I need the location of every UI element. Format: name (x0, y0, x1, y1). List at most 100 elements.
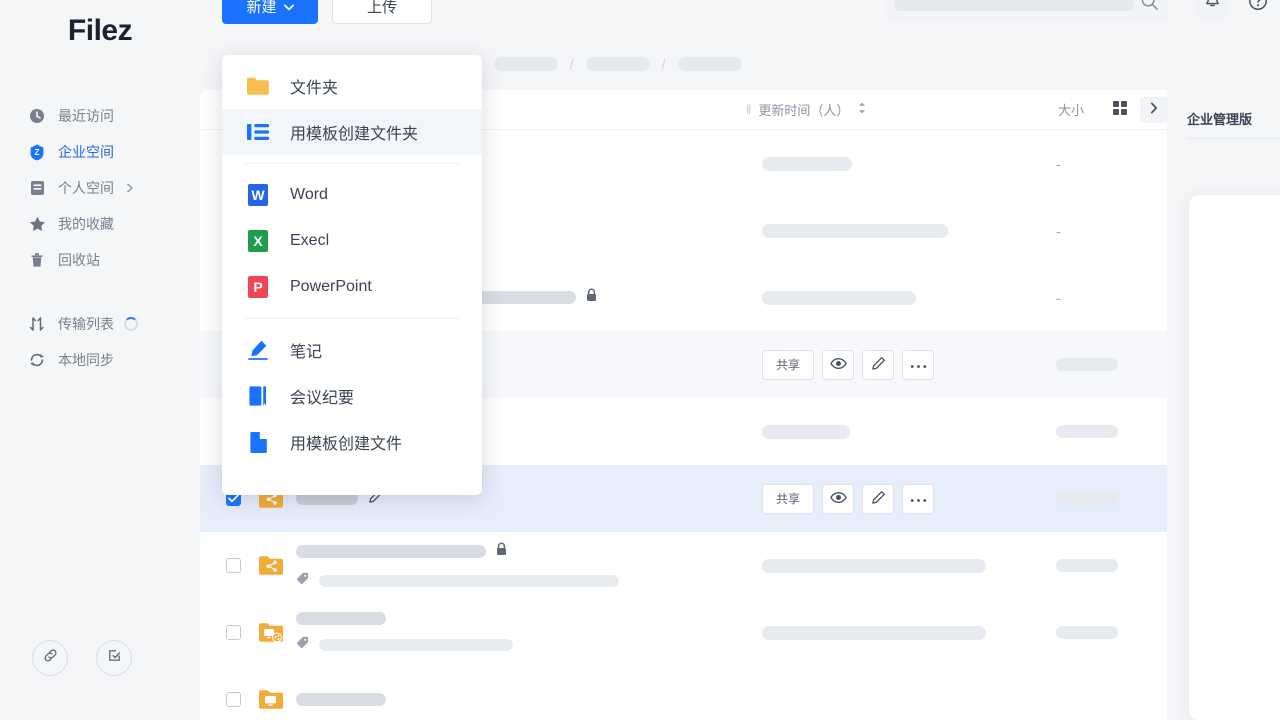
menu-item-label: Word (290, 186, 328, 204)
more-dots-icon (910, 492, 927, 506)
row-size (1056, 492, 1118, 505)
table-row[interactable] (200, 666, 1167, 720)
menu-item-label: 用模板创建文件夹 (290, 120, 418, 144)
sort-arrows-icon[interactable] (857, 101, 867, 118)
row-checkbox[interactable] (226, 558, 241, 573)
column-drag-icon[interactable]: ‖ (746, 102, 750, 117)
row-actions: 共享 (762, 350, 934, 380)
excel-glyph: X (248, 230, 268, 252)
new-dropdown-menu: 文件夹 用模板创建文件夹 W Word X Execl P PowerPo (222, 55, 482, 495)
search-input[interactable] (894, 0, 1134, 11)
menu-item-excel[interactable]: X Execl (222, 218, 482, 264)
table-row[interactable] (200, 532, 1167, 599)
powerpoint-icon: P (246, 275, 270, 299)
template-file-icon (246, 430, 270, 454)
menu-item-label: PowerPoint (290, 278, 372, 296)
tag-icon (296, 572, 309, 590)
menu-item-label: 用模板创建文件 (290, 430, 402, 454)
expand-panel-button[interactable] (1140, 97, 1168, 123)
search-icon[interactable] (1140, 0, 1159, 16)
row-size: - (1056, 290, 1061, 306)
row-actions: 共享 (762, 484, 934, 514)
row-size (1056, 559, 1118, 572)
edit-button[interactable] (862, 350, 894, 380)
right-panel-title: 企业管理版 (1187, 109, 1252, 128)
sidebar-item-label: 企业空间 (58, 142, 114, 162)
sync-folder-icon (258, 621, 284, 645)
menu-item-label: 笔记 (290, 338, 322, 362)
link-icon (42, 647, 59, 669)
edit-button[interactable] (862, 484, 894, 514)
menu-item-powerpoint[interactable]: P PowerPoint (222, 264, 482, 310)
sidebar-divider-gap (0, 278, 200, 306)
menu-item-template-folder[interactable]: 用模板创建文件夹 (222, 109, 482, 155)
sidebar-item-transfer-list[interactable]: 传输列表 (0, 306, 200, 342)
menu-item-label: 文件夹 (290, 74, 338, 98)
column-header-updated-time[interactable]: ‖ 更新时间（人） (746, 100, 867, 119)
lock-icon (496, 542, 507, 561)
sidebar-item-personal-space[interactable]: 个人空间 (0, 170, 200, 206)
menu-item-note[interactable]: 笔记 (222, 327, 482, 373)
column-header-size[interactable]: 大小 (1058, 100, 1084, 119)
trash-icon (28, 251, 46, 269)
chevron-down-icon (284, 0, 294, 15)
lock-icon (586, 288, 597, 307)
help-circle-icon (1248, 0, 1268, 16)
breadcrumb-item[interactable] (586, 57, 650, 71)
menu-divider (244, 163, 460, 164)
top-toolbar: 新建 上传 (200, 0, 1280, 46)
right-panel-divider (1187, 138, 1280, 139)
powerpoint-glyph: P (248, 276, 268, 298)
sidebar-item-label: 个人空间 (58, 178, 114, 198)
shared-folder-icon (258, 554, 284, 578)
menu-item-template-file[interactable]: 用模板创建文件 (222, 419, 482, 465)
breadcrumb-item[interactable] (678, 57, 742, 71)
sidebar: Filez 最近访问 Z 企业空间 个人空间 (0, 0, 200, 720)
row-checkbox[interactable] (226, 692, 241, 707)
row-updated-time (762, 224, 948, 238)
upload-button[interactable]: 上传 (332, 0, 432, 24)
row-updated-time (762, 157, 852, 171)
menu-item-folder[interactable]: 文件夹 (222, 63, 482, 109)
sync-icon (28, 351, 46, 369)
task-button[interactable] (96, 640, 132, 676)
note-pencil-icon (246, 338, 270, 362)
breadcrumb-separator: / (570, 56, 574, 72)
search-box[interactable] (884, 0, 1169, 21)
sidebar-item-label: 我的收藏 (58, 214, 114, 234)
sidebar-item-favorites[interactable]: 我的收藏 (0, 206, 200, 242)
breadcrumb-item[interactable] (494, 57, 558, 71)
more-button[interactable] (902, 484, 934, 514)
chevron-right-icon[interactable] (124, 182, 136, 194)
menu-divider (244, 318, 460, 319)
row-updated-time (762, 626, 986, 640)
word-glyph: W (248, 184, 268, 206)
row-size (1056, 358, 1118, 371)
sidebar-item-recent[interactable]: 最近访问 (0, 98, 200, 134)
share-button[interactable]: 共享 (762, 350, 814, 380)
new-button[interactable]: 新建 (222, 0, 318, 24)
column-header-label: 更新时间（人） (758, 100, 849, 119)
menu-item-word[interactable]: W Word (222, 172, 482, 218)
table-row[interactable] (200, 599, 1167, 666)
pencil-icon (871, 356, 886, 374)
row-size: - (1056, 156, 1061, 172)
row-size (1056, 425, 1118, 438)
tag-icon (296, 636, 309, 654)
menu-item-meeting-minutes[interactable]: 会议纪要 (222, 373, 482, 419)
sidebar-nav: 最近访问 Z 企业空间 个人空间 (0, 98, 200, 378)
preview-button[interactable] (822, 350, 854, 380)
right-panel-card (1189, 195, 1280, 720)
sidebar-item-local-sync[interactable]: 本地同步 (0, 342, 200, 378)
link-button[interactable] (32, 640, 68, 676)
right-panel: 企业管理版 (1167, 90, 1280, 720)
sidebar-item-recycle-bin[interactable]: 回收站 (0, 242, 200, 278)
sidebar-item-enterprise-space[interactable]: Z 企业空间 (0, 134, 200, 170)
notifications-button[interactable] (1195, 0, 1229, 20)
share-button[interactable]: 共享 (762, 484, 814, 514)
grid-view-icon[interactable] (1112, 100, 1128, 119)
help-button[interactable] (1241, 0, 1275, 20)
preview-button[interactable] (822, 484, 854, 514)
row-checkbox[interactable] (226, 625, 241, 640)
more-button[interactable] (902, 350, 934, 380)
